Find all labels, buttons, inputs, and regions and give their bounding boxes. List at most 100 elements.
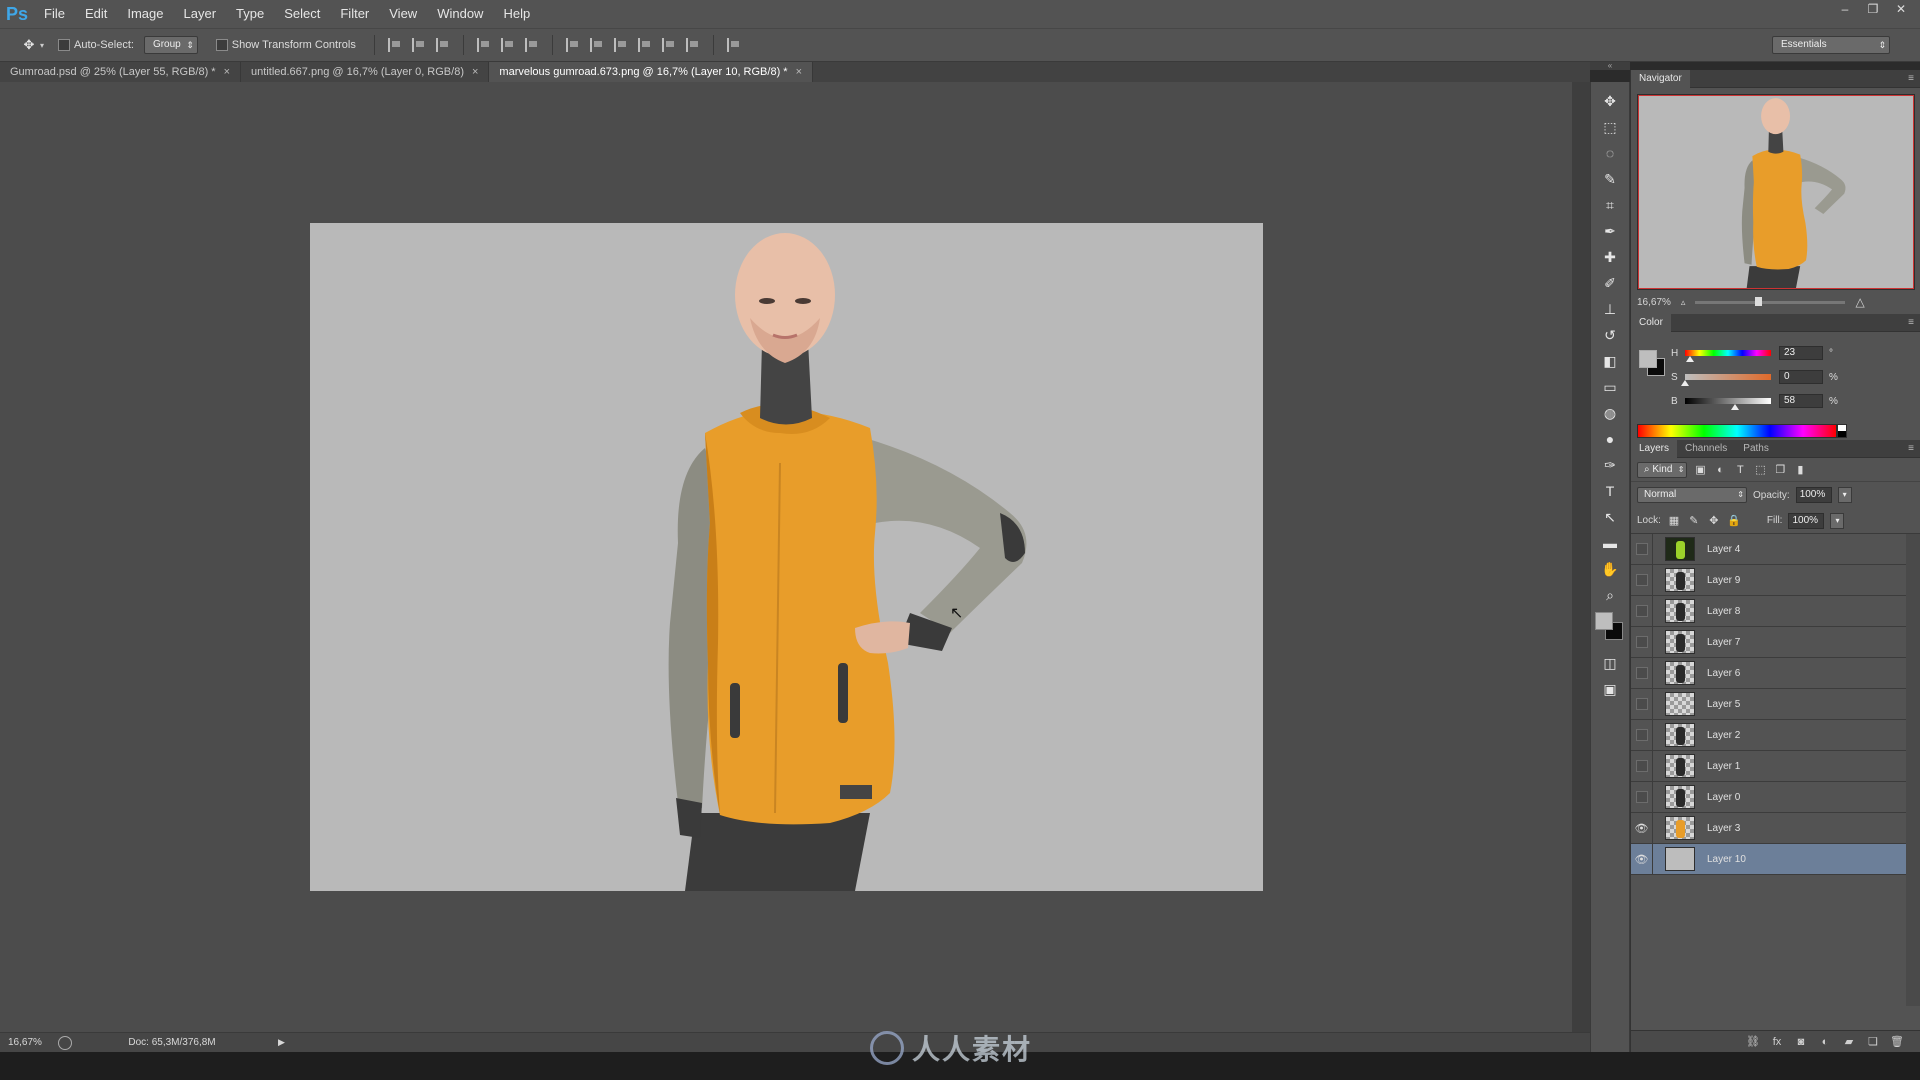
layer-row[interactable]: Layer 2 bbox=[1631, 719, 1906, 751]
color-panel-menu-icon[interactable]: ≡ bbox=[1908, 314, 1914, 332]
brush-tool-icon[interactable]: ✐ bbox=[1596, 270, 1624, 296]
document-tab[interactable]: Gumroad.psd @ 25% (Layer 55, RGB/8) * × bbox=[0, 62, 242, 82]
tool-preset-dropdown-icon[interactable]: ▾ bbox=[40, 41, 44, 50]
layer-row[interactable]: 👁 Layer 3 bbox=[1631, 812, 1906, 844]
layer-thumbnail[interactable] bbox=[1665, 568, 1695, 592]
color-spectrum-ramp[interactable] bbox=[1637, 424, 1837, 438]
layer-row[interactable]: Layer 9 bbox=[1631, 564, 1906, 596]
move-tool-preset-icon[interactable]: ✥ bbox=[18, 34, 40, 56]
filter-type-icon[interactable]: T bbox=[1733, 463, 1747, 477]
visibility-toggle[interactable] bbox=[1631, 595, 1653, 627]
lock-image-pixels-icon[interactable]: ✎ bbox=[1687, 514, 1701, 528]
align-hcenter-icon[interactable] bbox=[500, 38, 515, 52]
layer-row[interactable]: Layer 8 bbox=[1631, 595, 1906, 627]
lock-transparent-pixels-icon[interactable]: ▦ bbox=[1667, 514, 1681, 528]
layer-filter-kind-select[interactable]: ⌕ Kind bbox=[1637, 461, 1688, 478]
layer-name[interactable]: Layer 1 bbox=[1707, 761, 1740, 772]
crop-tool-icon[interactable]: ⌗ bbox=[1596, 192, 1624, 218]
tools-collapse-toggle-icon[interactable]: « bbox=[1590, 62, 1630, 70]
layers-panel-menu-icon[interactable]: ≡ bbox=[1908, 440, 1914, 458]
distribute-top-icon[interactable] bbox=[565, 38, 580, 52]
delete-layer-icon[interactable]: 🗑 bbox=[1890, 1035, 1904, 1049]
marquee-tool-icon[interactable]: ⬚ bbox=[1596, 114, 1624, 140]
link-layers-icon[interactable]: ⛓ bbox=[1746, 1035, 1760, 1049]
status-info-icon[interactable] bbox=[58, 1035, 72, 1050]
shape-tool-icon[interactable]: ▬ bbox=[1596, 530, 1624, 556]
visibility-toggle[interactable] bbox=[1631, 719, 1653, 751]
blur-tool-icon[interactable]: ◍ bbox=[1596, 400, 1624, 426]
menu-edit[interactable]: Edit bbox=[75, 0, 117, 28]
minimize-button[interactable]: – bbox=[1832, 0, 1858, 18]
menu-file[interactable]: File bbox=[34, 0, 75, 28]
layer-name[interactable]: Layer 6 bbox=[1707, 668, 1740, 679]
saturation-value[interactable]: 0 bbox=[1779, 370, 1823, 384]
auto-align-layers-icon[interactable] bbox=[726, 38, 741, 52]
distribute-left-icon[interactable] bbox=[637, 38, 652, 52]
filter-toggle-icon[interactable]: ▮ bbox=[1793, 463, 1807, 477]
document-tab[interactable]: marvelous gumroad.673.png @ 16,7% (Layer… bbox=[489, 62, 814, 82]
layer-thumbnail[interactable] bbox=[1665, 754, 1695, 778]
visibility-toggle[interactable] bbox=[1631, 657, 1653, 689]
visibility-toggle[interactable] bbox=[1631, 750, 1653, 782]
hue-knob[interactable] bbox=[1686, 356, 1695, 362]
fill-dropdown-icon[interactable]: ▾ bbox=[1830, 512, 1845, 529]
brightness-value[interactable]: 58 bbox=[1779, 394, 1823, 408]
path-select-tool-icon[interactable]: ↖ bbox=[1596, 504, 1624, 530]
layer-row[interactable]: Layer 5 bbox=[1631, 688, 1906, 720]
show-transform-checkbox[interactable] bbox=[215, 39, 228, 51]
visibility-toggle[interactable] bbox=[1631, 781, 1653, 813]
layer-thumbnail[interactable] bbox=[1665, 630, 1695, 654]
distribute-bottom-icon[interactable] bbox=[613, 38, 628, 52]
foreground-color-swatch[interactable] bbox=[1595, 612, 1613, 630]
close-window-button[interactable]: ✕ bbox=[1888, 0, 1914, 18]
layer-name[interactable]: Layer 5 bbox=[1707, 699, 1740, 710]
dodge-tool-icon[interactable]: ● bbox=[1596, 426, 1624, 452]
layer-thumbnail[interactable] bbox=[1665, 847, 1695, 871]
zoom-out-icon[interactable]: ▵ bbox=[1681, 297, 1686, 308]
restore-button[interactable]: ❐ bbox=[1860, 0, 1886, 18]
layer-name[interactable]: Layer 9 bbox=[1707, 575, 1740, 586]
layer-name[interactable]: Layer 2 bbox=[1707, 730, 1740, 741]
canvas-vertical-scrollbar[interactable] bbox=[1572, 82, 1590, 1032]
layer-thumbnail[interactable] bbox=[1665, 692, 1695, 716]
filter-shape-icon[interactable]: ⬚ bbox=[1753, 463, 1767, 477]
layer-thumbnail[interactable] bbox=[1665, 785, 1695, 809]
hue-value[interactable]: 23 bbox=[1779, 346, 1823, 360]
navigator-zoom-value[interactable]: 16,67% bbox=[1637, 297, 1671, 308]
menu-help[interactable]: Help bbox=[493, 0, 540, 28]
align-top-icon[interactable] bbox=[387, 38, 402, 52]
layer-row[interactable]: Layer 6 bbox=[1631, 657, 1906, 689]
saturation-slider[interactable] bbox=[1681, 374, 1771, 386]
history-brush-tool-icon[interactable]: ↺ bbox=[1596, 322, 1624, 348]
pen-tool-icon[interactable]: ✑ bbox=[1596, 452, 1624, 478]
tab-close-icon[interactable]: × bbox=[796, 62, 802, 82]
distribute-right-icon[interactable] bbox=[685, 38, 700, 52]
new-group-icon[interactable]: ▰ bbox=[1842, 1035, 1856, 1049]
healing-brush-tool-icon[interactable]: ✚ bbox=[1596, 244, 1624, 270]
filter-adjustment-icon[interactable]: ◐ bbox=[1713, 463, 1727, 477]
status-menu-arrow-icon[interactable]: ▶ bbox=[278, 1037, 285, 1048]
screen-mode-icon[interactable]: ▣ bbox=[1596, 676, 1624, 702]
color-foreground-swatch[interactable] bbox=[1639, 350, 1657, 368]
layer-thumbnail[interactable] bbox=[1665, 816, 1695, 840]
layer-style-icon[interactable]: fx bbox=[1770, 1035, 1784, 1049]
navigator-zoom-knob[interactable] bbox=[1755, 296, 1763, 306]
layer-row[interactable]: Layer 7 bbox=[1631, 626, 1906, 658]
layer-thumbnail[interactable] bbox=[1665, 599, 1695, 623]
align-left-icon[interactable] bbox=[476, 38, 491, 52]
filter-pixel-icon[interactable]: ▣ bbox=[1693, 463, 1707, 477]
visibility-toggle[interactable] bbox=[1631, 533, 1653, 565]
hue-slider[interactable] bbox=[1685, 350, 1771, 362]
opacity-field[interactable]: 100% bbox=[1795, 487, 1832, 503]
document-tab[interactable]: untitled.667.png @ 16,7% (Layer 0, RGB/8… bbox=[241, 62, 490, 82]
add-mask-icon[interactable]: ◙ bbox=[1794, 1035, 1808, 1049]
document-canvas[interactable]: ↖ bbox=[310, 223, 1263, 891]
align-bottom-icon[interactable] bbox=[435, 38, 450, 52]
navigator-preview[interactable] bbox=[1637, 94, 1915, 290]
menu-view[interactable]: View bbox=[379, 0, 427, 28]
layer-row[interactable]: 👁 Layer 10 bbox=[1631, 843, 1906, 875]
visibility-toggle[interactable] bbox=[1631, 564, 1653, 596]
zoom-tool-icon[interactable]: ⌕ bbox=[1596, 582, 1624, 608]
adjustment-layer-icon[interactable]: ◐ bbox=[1818, 1035, 1832, 1049]
tab-channels[interactable]: Channels bbox=[1677, 440, 1735, 458]
